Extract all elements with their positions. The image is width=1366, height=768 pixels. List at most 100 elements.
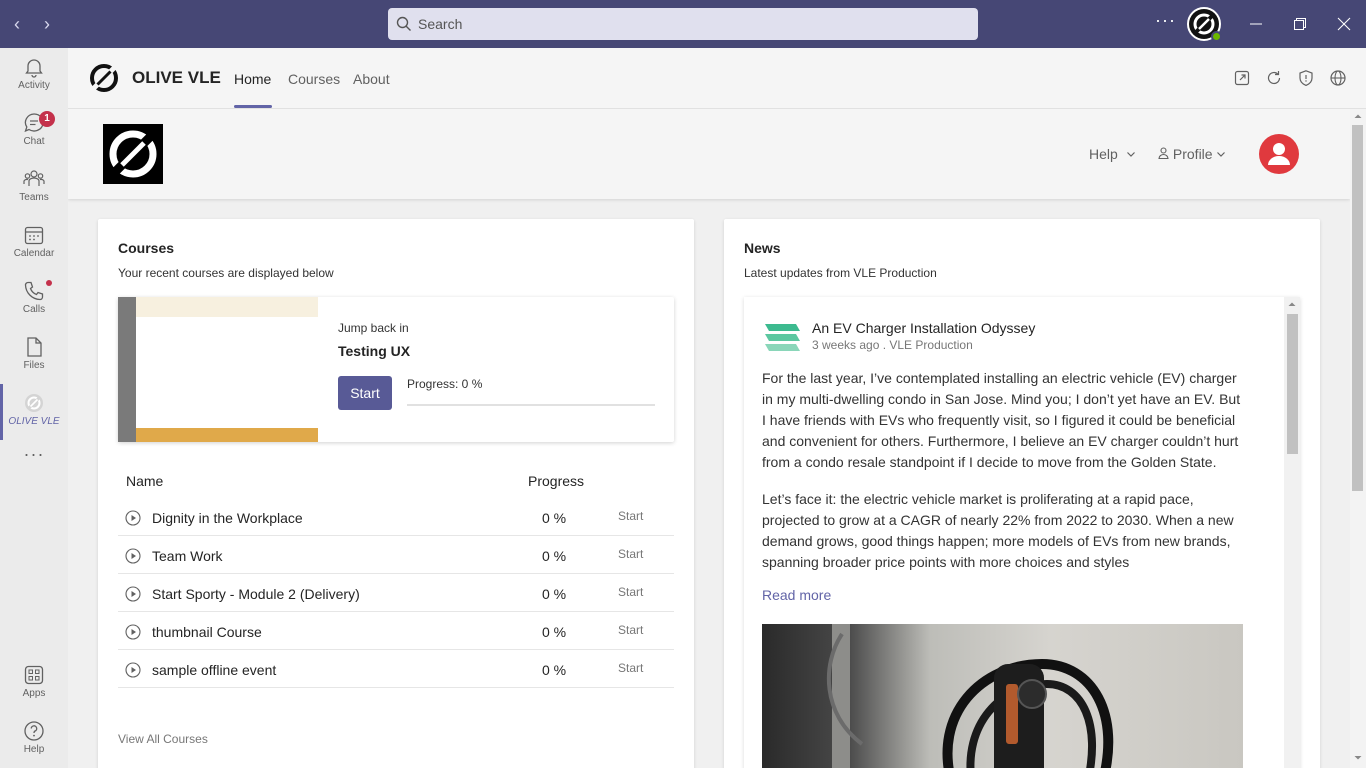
vle-production-logo-icon (765, 324, 800, 351)
rail-item-activity[interactable]: Activity (0, 48, 68, 104)
jump-back-course-title: Testing UX (338, 343, 411, 359)
course-start-link[interactable]: Start (618, 661, 643, 675)
rail-label: Chat (23, 136, 45, 147)
play-circle-icon[interactable] (125, 662, 141, 678)
course-name[interactable]: thumbnail Course (152, 624, 262, 640)
search-icon (396, 16, 411, 31)
rail-label: Calendar (13, 248, 55, 259)
minimize-button[interactable] (1244, 12, 1268, 36)
course-start-link[interactable]: Start (618, 547, 643, 561)
course-progress: 0 % (542, 662, 567, 678)
apps-icon (24, 665, 44, 685)
news-article-meta: 3 weeks ago . VLE Production (812, 338, 973, 352)
phone-icon (24, 281, 44, 301)
news-scrollbar[interactable] (1284, 297, 1300, 768)
course-name[interactable]: Dignity in the Workplace (152, 510, 303, 526)
rail-item-chat[interactable]: 1 Chat (0, 104, 68, 160)
jump-back-card[interactable]: Jump back in Testing UX Start Progress: … (118, 297, 674, 442)
rail-label: Help (23, 744, 45, 755)
rail-item-apps[interactable]: Apps (0, 656, 68, 712)
profile-menu[interactable]: Profile (1158, 146, 1226, 162)
start-button[interactable]: Start (338, 376, 392, 410)
course-thumbnail (118, 297, 318, 442)
table-row[interactable]: thumbnail Course 0 % Start (118, 612, 674, 650)
restore-button[interactable] (1288, 12, 1312, 36)
olive-vle-icon (25, 394, 43, 412)
scroll-up-arrow-icon[interactable] (1284, 298, 1300, 310)
course-start-link[interactable]: Start (618, 509, 643, 523)
table-row[interactable]: Dignity in the Workplace 0 % Start (118, 498, 674, 536)
rail-label: Teams (19, 192, 49, 203)
search-input[interactable] (418, 8, 968, 40)
rail-item-teams[interactable]: Teams (0, 160, 68, 216)
table-row[interactable]: Start Sporty - Module 2 (Delivery) 0 % Sta… (118, 574, 674, 612)
progress-label: Progress: 0 % (407, 377, 483, 391)
search-box[interactable] (388, 8, 978, 40)
course-progress: 0 % (542, 586, 567, 602)
tab-about[interactable]: About (353, 71, 390, 87)
chat-unread-badge: 1 (39, 111, 55, 127)
news-feed[interactable]: An EV Charger Installation Odyssey 3 wee… (744, 297, 1300, 768)
scroll-down-arrow-icon[interactable] (1350, 751, 1366, 765)
course-start-link[interactable]: Start (618, 623, 643, 637)
more-options-icon[interactable]: ··· (1155, 10, 1176, 31)
course-start-link[interactable]: Start (618, 585, 643, 599)
close-button[interactable] (1332, 12, 1356, 36)
globe-icon[interactable] (1329, 69, 1347, 87)
table-row[interactable]: Team Work 0 % Start (118, 536, 674, 574)
news-article-title[interactable]: An EV Charger Installation Odyssey (812, 320, 1035, 336)
bell-icon (25, 59, 43, 78)
play-circle-icon[interactable] (125, 624, 141, 640)
user-icon (1268, 143, 1290, 165)
news-subtitle: Latest updates from VLE Production (744, 266, 937, 280)
view-all-courses-link[interactable]: View All Courses (118, 732, 208, 746)
profile-label: Profile (1172, 146, 1213, 162)
tab-courses[interactable]: Courses (288, 71, 340, 87)
page-scrollbar[interactable] (1350, 109, 1366, 768)
play-circle-icon[interactable] (125, 586, 141, 602)
tab-home[interactable]: Home (234, 71, 271, 87)
title-bar: ‹ › ··· (0, 0, 1366, 48)
news-paragraph: For the last year, I’ve contemplated ins… (762, 370, 1241, 470)
app-header: OLIVE VLE Home Courses About (68, 48, 1366, 109)
course-progress: 0 % (542, 624, 567, 640)
back-arrow-icon[interactable]: ‹ (14, 14, 20, 34)
rail-item-olive-vle[interactable]: OLIVE VLE (0, 384, 68, 440)
play-circle-icon[interactable] (125, 548, 141, 564)
app-rail: Activity 1 Chat Teams Calendar Calls Fil… (0, 48, 68, 768)
course-name[interactable]: Team Work (152, 548, 223, 564)
play-circle-icon[interactable] (125, 510, 141, 526)
forward-arrow-icon[interactable]: › (44, 14, 50, 34)
olive-vle-logo-icon (90, 64, 118, 92)
chevron-down-icon (1217, 152, 1226, 157)
teams-icon (23, 170, 45, 186)
rail-label: Apps (22, 688, 46, 699)
vle-logo (103, 124, 163, 184)
refresh-icon[interactable] (1265, 69, 1283, 87)
course-name[interactable]: sample offline event (152, 662, 276, 678)
chevron-down-icon (1126, 152, 1135, 157)
open-in-browser-icon[interactable] (1233, 69, 1251, 87)
news-title: News (744, 240, 781, 256)
news-article-body: For the last year, I’ve contemplated ins… (762, 368, 1247, 583)
help-menu[interactable]: Help (1089, 146, 1136, 162)
news-scroll-thumb[interactable] (1287, 314, 1298, 454)
main-content: Help Profile Courses Your recent courses… (68, 109, 1350, 768)
scroll-up-arrow-icon[interactable] (1350, 109, 1366, 123)
person-icon (1158, 147, 1169, 160)
read-more-link[interactable]: Read more (762, 587, 831, 603)
rail-item-files[interactable]: Files (0, 328, 68, 384)
profile-avatar[interactable] (1259, 134, 1299, 174)
page-scroll-thumb[interactable] (1352, 125, 1363, 491)
rail-item-calendar[interactable]: Calendar (0, 216, 68, 272)
help-label: Help (1089, 146, 1118, 162)
user-avatar[interactable] (1187, 7, 1222, 42)
table-row[interactable]: sample offline event 0 % Start (118, 650, 674, 688)
rail-item-help[interactable]: Help (0, 712, 68, 768)
olive-logo-icon (109, 130, 157, 178)
more-apps-button[interactable]: ··· (0, 440, 68, 480)
rail-item-calls[interactable]: Calls (0, 272, 68, 328)
privacy-shield-icon[interactable] (1297, 69, 1315, 87)
rail-label: Calls (22, 304, 46, 315)
course-name[interactable]: Start Sporty - Module 2 (Delivery) (152, 586, 360, 602)
